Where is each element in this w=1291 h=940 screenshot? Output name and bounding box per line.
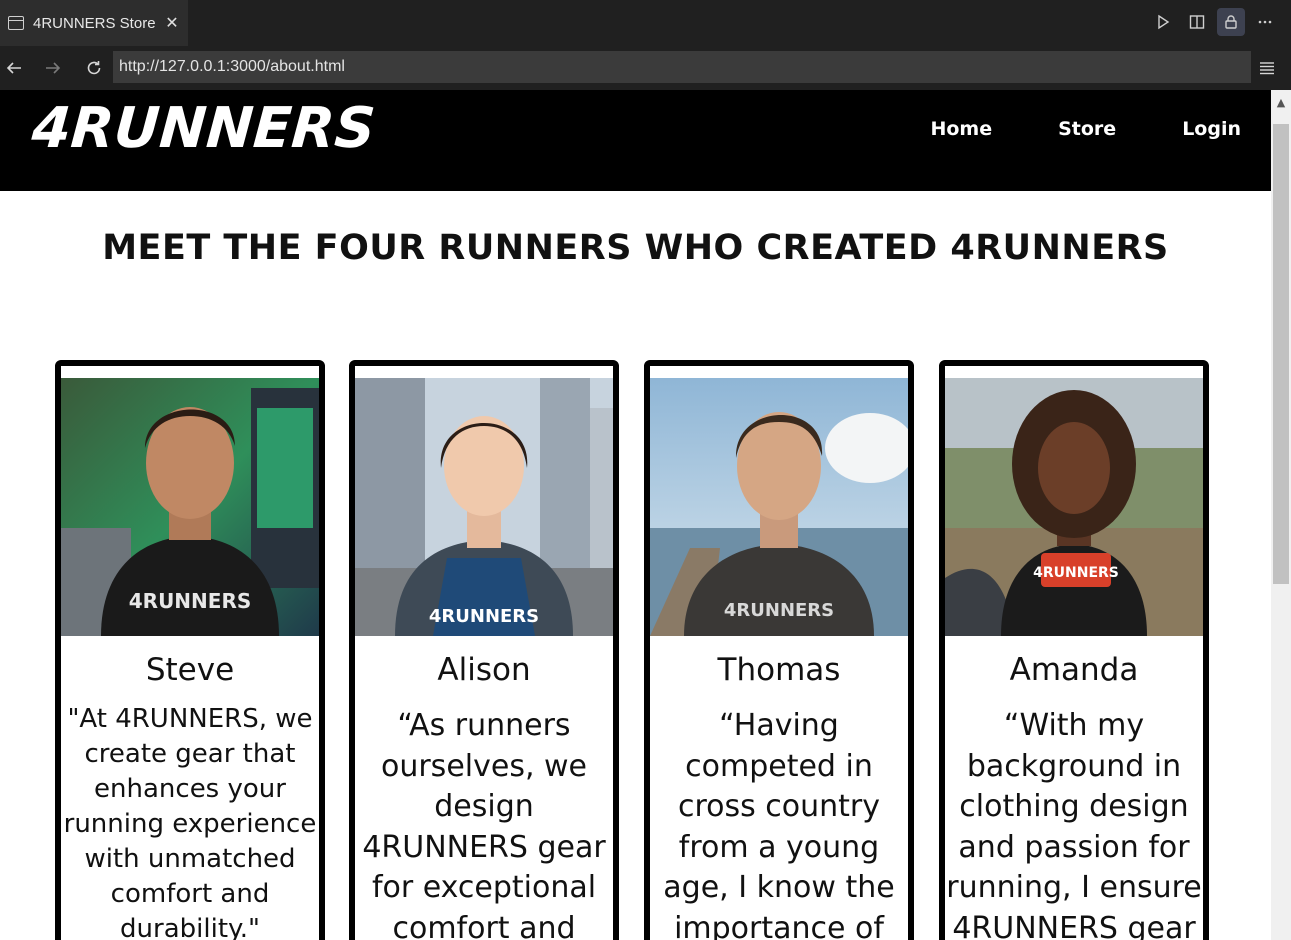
- tab-title: 4RUNNERS Store: [33, 14, 156, 32]
- scrollbar-thumb[interactable]: [1273, 124, 1289, 584]
- page-scrollbar[interactable]: ▲: [1271, 90, 1291, 940]
- runner-cards: 4RUNNERS Steve "At 4RUNNERS, we create g…: [55, 360, 1215, 940]
- lock-icon[interactable]: [1217, 8, 1245, 36]
- runner-name: Steve: [145, 652, 235, 688]
- site-logo[interactable]: 4RUNNERS: [30, 96, 378, 161]
- url-input[interactable]: http://127.0.0.1:3000/about.html: [113, 51, 1251, 83]
- runner-name: Amanda: [1009, 652, 1139, 688]
- split-view-icon[interactable]: [1183, 8, 1211, 36]
- browser-toolbar-icons: [1149, 8, 1279, 36]
- runner-photo-amanda: 4RUNNERS: [945, 378, 1203, 636]
- runner-card-steve: 4RUNNERS Steve "At 4RUNNERS, we create g…: [55, 360, 325, 940]
- runner-photo-alison: 4RUNNERS: [355, 378, 613, 636]
- browser-tab-bar: 4RUNNERS Store ✕: [0, 0, 1291, 46]
- site-nav: Home Store Login: [864, 118, 1241, 140]
- site-header: 4RUNNERS Home Store Login: [0, 90, 1271, 191]
- runner-photo-thomas: 4RUNNERS: [650, 378, 908, 636]
- reload-icon[interactable]: [80, 54, 108, 82]
- more-icon[interactable]: [1251, 8, 1279, 36]
- address-bar-row: http://127.0.0.1:3000/about.html: [0, 46, 1291, 90]
- close-icon[interactable]: ✕: [162, 13, 182, 33]
- page-title: MEET THE FOUR RUNNERS WHO CREATED 4RUNNE…: [102, 228, 1169, 268]
- nav-home-link[interactable]: Home: [930, 118, 992, 140]
- shirt-logo-alison: 4RUNNERS: [429, 606, 539, 627]
- play-icon[interactable]: [1149, 8, 1177, 36]
- window-icon: [8, 16, 24, 30]
- shirt-logo-steve: 4RUNNERS: [129, 589, 252, 613]
- forward-icon[interactable]: [39, 54, 67, 82]
- runner-card-alison: 4RUNNERS Alison “As runners ourselves, w…: [349, 360, 619, 940]
- runner-quote: “Having competed in cross country from a…: [663, 708, 895, 940]
- runner-name: Alison: [437, 652, 531, 688]
- shirt-logo-amanda: 4RUNNERS: [1033, 565, 1119, 581]
- runner-name: Thomas: [717, 652, 841, 688]
- runner-card-thomas: 4RUNNERS Thomas “Having competed in cros…: [644, 360, 914, 940]
- browser-tab[interactable]: 4RUNNERS Store ✕: [0, 0, 188, 46]
- runner-quote: “With my background in clothing design a…: [946, 708, 1202, 940]
- runner-photo-steve: 4RUNNERS: [61, 378, 319, 636]
- runner-quote: “As runners ourselves, we design 4RUNNER…: [362, 708, 606, 940]
- menu-icon[interactable]: [1253, 54, 1281, 82]
- back-icon[interactable]: [0, 54, 28, 82]
- page-viewport: 4RUNNERS Home Store Login MEET THE FOUR …: [0, 90, 1291, 940]
- runner-card-amanda: 4RUNNERS Amanda “With my background in c…: [939, 360, 1209, 940]
- runner-quote: "At 4RUNNERS, we create gear that enhanc…: [63, 704, 317, 940]
- nav-login-link[interactable]: Login: [1182, 118, 1241, 140]
- nav-store-link[interactable]: Store: [1058, 118, 1116, 140]
- shirt-logo-thomas: 4RUNNERS: [724, 600, 834, 621]
- scroll-up-arrow-icon[interactable]: ▲: [1271, 90, 1291, 114]
